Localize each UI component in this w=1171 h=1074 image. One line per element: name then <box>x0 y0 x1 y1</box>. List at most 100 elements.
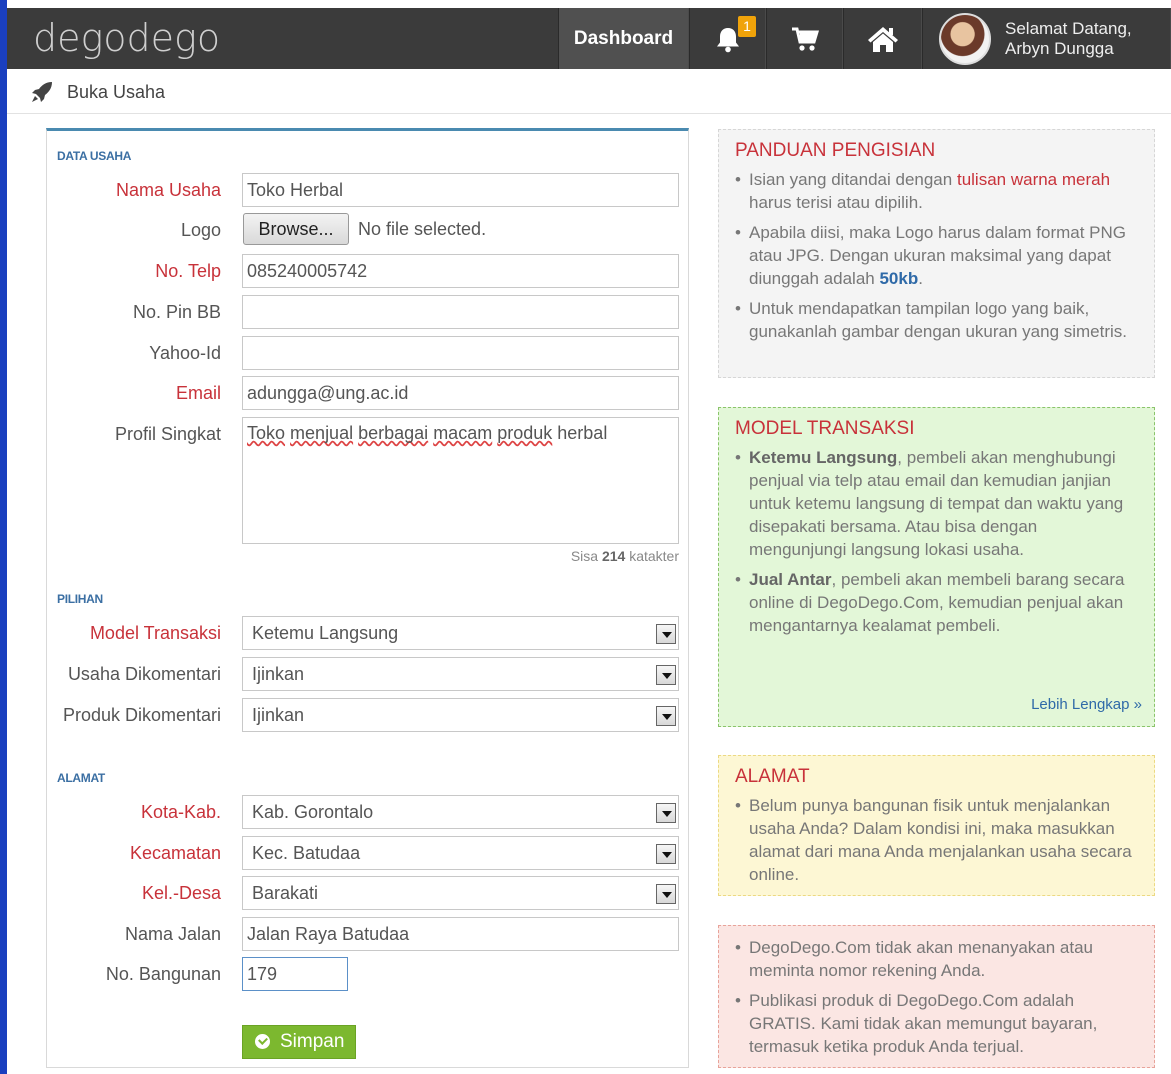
nav-home[interactable] <box>843 8 922 69</box>
kecamatan-value: Kec. Batudaa <box>252 843 361 863</box>
list-item: DegoDego.Com tidak akan menanyakan atau … <box>735 936 1139 982</box>
usaha-dikomentari-select[interactable]: Ijinkan <box>242 657 679 691</box>
panel-panduan-title: PANDUAN PENGISIAN <box>735 140 936 161</box>
model-transaksi-select[interactable]: Ketemu Langsung <box>242 616 679 650</box>
row-produk-dikomentari: Produk Dikomentari Ijinkan <box>47 698 687 732</box>
save-button-label: Simpan <box>280 1031 345 1052</box>
list-item: Isian yang ditandai dengan tulisan warna… <box>735 168 1139 214</box>
panel-panduan: PANDUAN PENGISIAN Isian yang ditandai de… <box>718 129 1155 378</box>
kel-desa-select[interactable]: Barakati <box>242 876 679 910</box>
label-nama-jalan: Nama Jalan <box>124 924 221 944</box>
save-button[interactable]: Simpan <box>242 1025 356 1059</box>
user-name: Arbyn Dungga <box>1005 38 1114 58</box>
model-term: Ketemu Langsung <box>749 448 898 467</box>
label-pin-bb: No. Pin BB <box>132 302 221 322</box>
chevron-down-icon <box>656 624 676 644</box>
list-item: Untuk mendapatkan tampilan logo yang bai… <box>735 297 1139 343</box>
no-telp-input[interactable]: 085240005742 <box>242 254 679 288</box>
panel-alamat-title: ALAMAT <box>735 766 810 787</box>
model-term: Jual Antar <box>749 570 832 589</box>
chevron-down-icon <box>656 665 676 685</box>
kota-kab-value: Kab. Gorontalo <box>252 802 374 822</box>
pin-bb-input[interactable] <box>242 295 679 329</box>
nav-cart[interactable] <box>766 8 843 69</box>
row-no-telp: No. Telp 085240005742 <box>47 254 687 288</box>
buka-usaha-form: DATA USAHA Nama Usaha Toko Herbal Logo B… <box>46 128 689 1068</box>
breadcrumb-label: Buka Usaha <box>67 81 166 102</box>
label-produk-dikomentari: Produk Dikomentari <box>62 705 221 725</box>
nama-jalan-input[interactable]: Jalan Raya Batudaa <box>242 917 679 951</box>
nama-usaha-input[interactable]: Toko Herbal <box>242 173 679 207</box>
label-no-bangunan: No. Bangunan <box>105 964 221 984</box>
nav-user-menu[interactable]: Selamat Datang, Arbyn Dungga <box>922 8 1171 69</box>
no-bangunan-input[interactable]: 179 <box>242 957 348 991</box>
profil-word: herbal <box>557 423 608 443</box>
label-profil: Profil Singkat <box>114 424 221 444</box>
panel-model-transaksi: MODEL TRANSAKSI Ketemu Langsung, pembeli… <box>718 407 1155 727</box>
row-logo: Logo Browse... No file selected. <box>47 213 687 247</box>
row-nama-jalan: Nama Jalan Jalan Raya Batudaa <box>47 917 687 951</box>
row-usaha-dikomentari: Usaha Dikomentari Ijinkan <box>47 657 687 691</box>
profil-textarea[interactable]: Toko menjual berbagai macam produk herba… <box>242 417 679 544</box>
nav-notifications[interactable]: 1 <box>689 8 766 69</box>
rocket-icon <box>32 82 52 102</box>
counter-suffix: katakter <box>629 548 679 564</box>
list-item: Belum punya bangunan fisik untuk menjala… <box>735 794 1139 886</box>
usaha-dikomentari-value: Ijinkan <box>252 664 305 684</box>
welcome-greeting: Selamat Datang, <box>1005 18 1132 38</box>
guide-text: . <box>918 269 923 288</box>
label-no-telp: No. Telp <box>155 261 221 281</box>
chevron-down-icon <box>656 803 676 823</box>
label-email: Email <box>175 383 221 403</box>
produk-dikomentari-value: Ijinkan <box>252 705 305 725</box>
profil-word: berbagai <box>358 423 429 443</box>
file-status: No file selected. <box>358 219 487 239</box>
email-input[interactable]: adungga@ung.ac.id <box>242 376 679 410</box>
chevron-down-icon <box>656 706 676 726</box>
label-nama-usaha: Nama Usaha <box>115 180 221 200</box>
site-logo[interactable]: degodego <box>33 16 220 60</box>
panel-peringatan: DegoDego.Com tidak akan menanyakan atau … <box>718 925 1155 1068</box>
row-pin-bb: No. Pin BB <box>47 295 687 329</box>
avatar <box>939 12 991 65</box>
label-kecamatan: Kecamatan <box>129 843 221 863</box>
guide-text: harus terisi atau dipilih. <box>749 193 923 212</box>
section-pilihan: PILIHAN <box>57 592 103 606</box>
row-kel-desa: Kel.-Desa Barakati <box>47 876 687 910</box>
row-kecamatan: Kecamatan Kec. Batudaa <box>47 836 687 870</box>
profil-word: Toko <box>247 423 286 443</box>
check-circle-icon <box>255 1034 270 1049</box>
label-kota-kab: Kota-Kab. <box>140 802 221 822</box>
list-item: Jual Antar, pembeli akan membeli barang … <box>735 568 1139 637</box>
profil-word: produk <box>497 423 553 443</box>
label-logo: Logo <box>180 220 221 240</box>
more-link[interactable]: Lebih Lengkap » <box>1031 693 1142 716</box>
counter-prefix: Sisa <box>570 548 599 564</box>
counter-value: 214 <box>601 548 626 564</box>
row-nama-usaha: Nama Usaha Toko Herbal <box>47 173 687 207</box>
label-kel-desa: Kel.-Desa <box>141 883 221 903</box>
list-item: Ketemu Langsung, pembeli akan menghubung… <box>735 446 1139 561</box>
browse-button[interactable]: Browse... <box>243 213 349 245</box>
cart-icon <box>791 27 819 51</box>
list-item: Publikasi produk di DegoDego.Com adalah … <box>735 989 1139 1058</box>
guide-text: Apabila diisi, maka Logo harus dalam for… <box>749 223 1127 288</box>
panel-alamat: ALAMAT Belum punya bangunan fisik untuk … <box>718 755 1155 896</box>
welcome-text: Selamat Datang, Arbyn Dungga <box>1005 19 1132 59</box>
breadcrumb-divider <box>7 113 1171 114</box>
nav-dashboard[interactable]: Dashboard <box>558 8 689 69</box>
section-alamat: ALAMAT <box>57 771 105 785</box>
section-data-usaha: DATA USAHA <box>57 149 132 163</box>
list-item: Apabila diisi, maka Logo harus dalam for… <box>735 221 1139 290</box>
panel-model-title: MODEL TRANSAKSI <box>735 418 915 439</box>
yahoo-id-input[interactable] <box>242 336 679 370</box>
kota-kab-select[interactable]: Kab. Gorontalo <box>242 795 679 829</box>
model-transaksi-value: Ketemu Langsung <box>252 623 399 643</box>
kecamatan-select[interactable]: Kec. Batudaa <box>242 836 679 870</box>
profil-word: macam <box>433 423 493 443</box>
kel-desa-value: Barakati <box>252 883 319 903</box>
guide-highlight-red: tulisan warna merah <box>956 170 1111 189</box>
row-model-transaksi: Model Transaksi Ketemu Langsung <box>47 616 687 650</box>
label-model-transaksi: Model Transaksi <box>89 623 221 643</box>
produk-dikomentari-select[interactable]: Ijinkan <box>242 698 679 732</box>
